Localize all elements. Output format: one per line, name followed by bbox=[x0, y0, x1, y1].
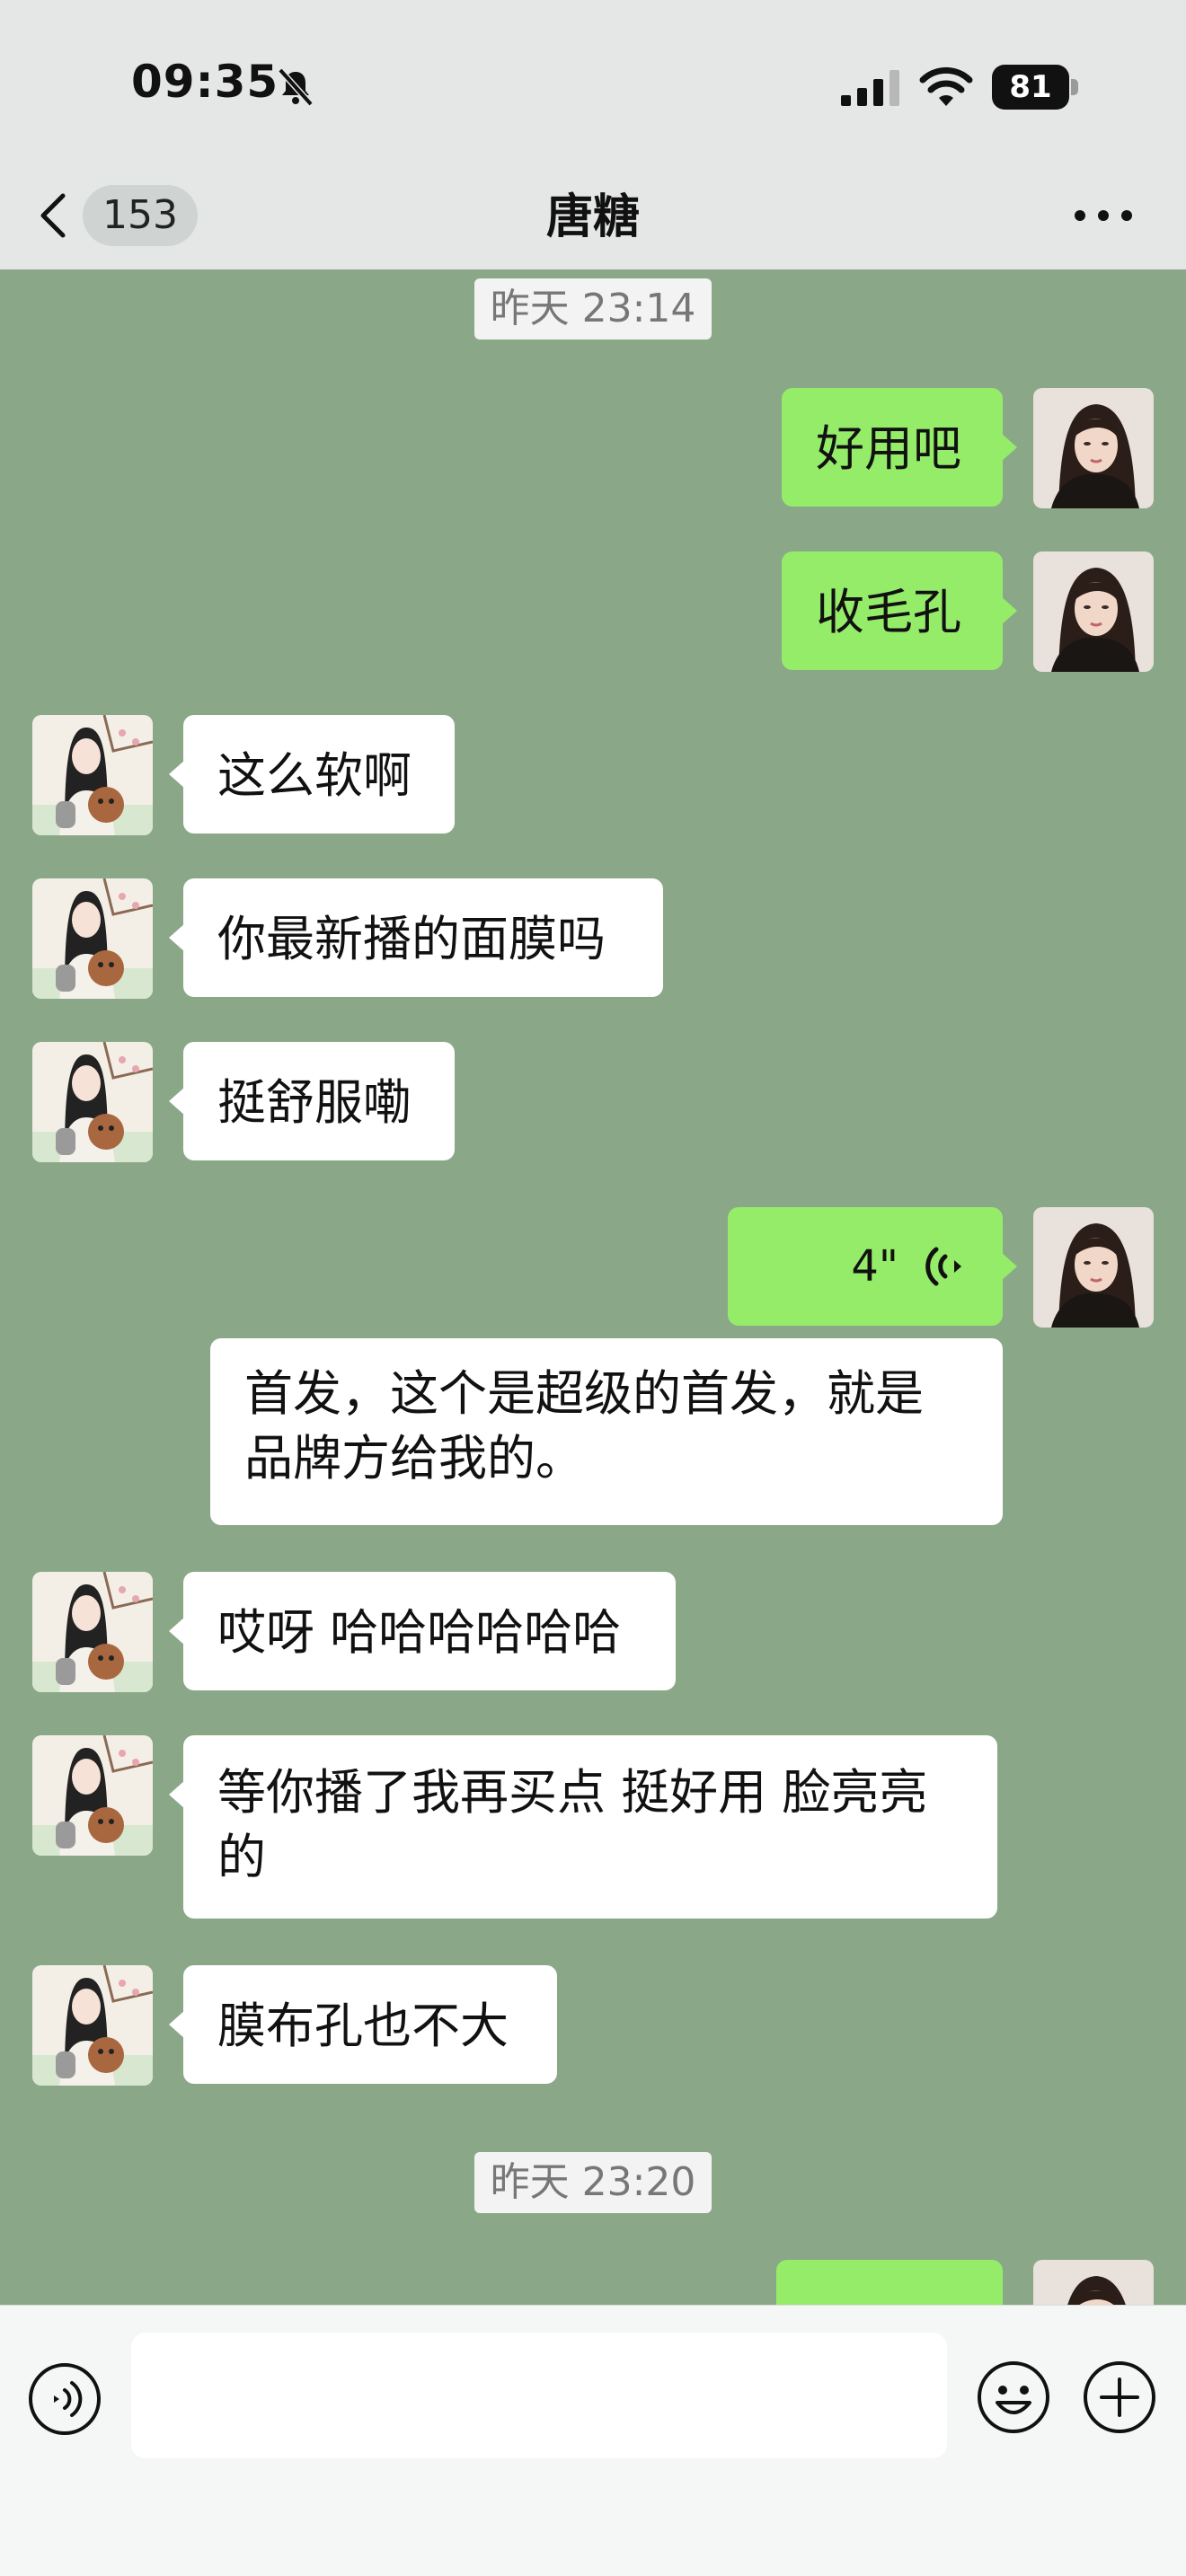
contact-avatar[interactable] bbox=[32, 1572, 153, 1692]
top-bar: 09:35 81 153 唐糖 bbox=[0, 0, 1186, 269]
battery-indicator: 81 bbox=[992, 65, 1078, 110]
contact-message-bubble[interactable]: 挺舒服嘞 bbox=[169, 1042, 455, 1160]
my-avatar[interactable] bbox=[1033, 2260, 1154, 2305]
status-bar: 09:35 81 bbox=[0, 0, 1186, 171]
status-time: 09:35 bbox=[131, 56, 279, 108]
my-message-bubble-partial[interactable] bbox=[776, 2260, 1003, 2305]
contact-avatar[interactable] bbox=[32, 878, 153, 999]
contact-avatar[interactable] bbox=[32, 715, 153, 835]
timestamp: 昨天 23:20 bbox=[0, 2152, 1186, 2213]
message-input[interactable] bbox=[131, 2333, 947, 2458]
voice-transcript: 首发，这个是超级的首发，就是品牌方给我的。 bbox=[210, 1338, 1003, 1525]
voice-input-icon[interactable] bbox=[27, 2361, 102, 2437]
battery-cap bbox=[1071, 79, 1078, 95]
silent-bell-icon bbox=[278, 67, 314, 107]
contact-message-bubble[interactable]: 膜布孔也不大 bbox=[169, 1965, 557, 2084]
my-avatar[interactable] bbox=[1033, 388, 1154, 508]
contact-message-bubble[interactable]: 这么软啊 bbox=[169, 715, 455, 834]
chat-title: 唐糖 bbox=[545, 190, 640, 244]
my-voice-message-bubble[interactable]: 4" bbox=[728, 1207, 1017, 1326]
wifi-icon bbox=[919, 66, 973, 106]
input-bar bbox=[0, 2305, 1186, 2576]
contact-message-bubble[interactable]: 等你播了我再买点 挺好用 脸亮亮的 bbox=[169, 1735, 997, 1919]
battery-level: 81 bbox=[992, 65, 1069, 110]
more-options-icon[interactable] bbox=[1071, 199, 1136, 232]
contact-message-bubble[interactable]: 哎呀 哈哈哈哈哈哈 bbox=[169, 1572, 676, 1690]
emoji-icon[interactable] bbox=[976, 2360, 1051, 2435]
contact-avatar[interactable] bbox=[32, 1965, 153, 2086]
my-message-bubble[interactable]: 收毛孔 bbox=[782, 551, 1017, 670]
contact-message-bubble[interactable]: 你最新播的面膜吗 bbox=[169, 878, 663, 997]
cellular-signal-icon bbox=[841, 70, 899, 106]
my-message-bubble[interactable]: 好用吧 bbox=[782, 388, 1017, 507]
plus-icon[interactable] bbox=[1082, 2360, 1157, 2435]
voice-duration: 4" bbox=[851, 1241, 898, 1292]
timestamp: 昨天 23:14 bbox=[0, 278, 1186, 340]
timestamp-label: 昨天 23:14 bbox=[474, 278, 712, 340]
contact-avatar[interactable] bbox=[32, 1735, 153, 1856]
contact-avatar[interactable] bbox=[32, 1042, 153, 1162]
my-avatar[interactable] bbox=[1033, 1207, 1154, 1328]
timestamp-label: 昨天 23:20 bbox=[474, 2152, 712, 2213]
my-avatar[interactable] bbox=[1033, 551, 1154, 672]
chat-header: 153 唐糖 bbox=[0, 171, 1186, 269]
chat-message-list[interactable]: 昨天 23:14 好用吧 收毛孔 这么软啊 你最新播的面膜吗 挺舒服嘞 4" 首… bbox=[0, 269, 1186, 2305]
voice-wave-icon bbox=[925, 1247, 961, 1286]
